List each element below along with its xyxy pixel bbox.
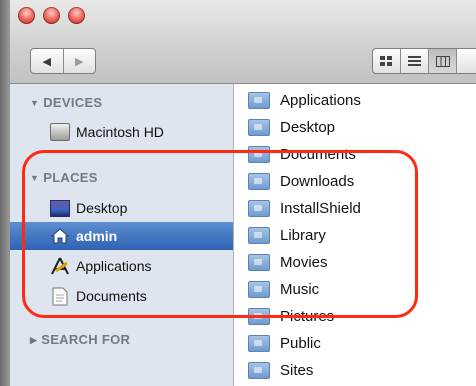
window-edge [0, 0, 10, 386]
file-item-installshield[interactable]: InstallShield [234, 195, 476, 222]
folder-icon [248, 92, 270, 109]
folder-icon [248, 362, 270, 379]
folder-icon [248, 119, 270, 136]
view-mode-buttons [372, 48, 476, 74]
file-item-library[interactable]: Library [234, 222, 476, 249]
icon-view-icon [380, 55, 392, 66]
sidebar: ▼ DEVICES Macintosh HD ▼ PLACES Desktop ad… [10, 84, 234, 386]
file-item-documents[interactable]: Documents [234, 141, 476, 168]
sidebar-item-desktop[interactable]: Desktop [10, 194, 233, 222]
file-item-music[interactable]: Music [234, 276, 476, 303]
forward-button[interactable]: ▶ [62, 49, 96, 73]
forward-arrow-icon: ▶ [75, 55, 84, 68]
list-view-icon [408, 55, 421, 66]
file-item-downloads[interactable]: Downloads [234, 168, 476, 195]
document-icon [50, 286, 70, 306]
icon-view-button[interactable] [373, 49, 401, 73]
finder-window: ◀ ▶ ▼ DEVICES Macintosh HD ▼ PLACES Desk… [0, 0, 476, 386]
home-icon [50, 226, 70, 246]
applications-icon [50, 256, 70, 276]
file-item-pictures[interactable]: Pictures [234, 303, 476, 330]
desktop-icon [50, 198, 70, 218]
sidebar-item-applications[interactable]: Applications [10, 252, 233, 280]
list-view-button[interactable] [401, 49, 429, 73]
column-view-button[interactable] [429, 49, 457, 73]
file-item-movies[interactable]: Movies [234, 249, 476, 276]
section-devices[interactable]: ▼ DEVICES [30, 95, 102, 110]
zoom-button[interactable] [68, 7, 85, 24]
file-list: Applications Desktop Documents Downloads… [234, 84, 476, 386]
back-button[interactable]: ◀ [31, 49, 63, 73]
section-places[interactable]: ▼ PLACES [30, 170, 98, 185]
toolbar: ◀ ▶ [10, 0, 476, 84]
column-view-icon [435, 55, 450, 67]
close-button[interactable] [18, 7, 35, 24]
nav-buttons: ◀ ▶ [30, 48, 96, 74]
minimize-button[interactable] [43, 7, 60, 24]
sidebar-item-macintosh-hd[interactable]: Macintosh HD [10, 118, 233, 146]
file-item-applications[interactable]: Applications [234, 87, 476, 114]
back-arrow-icon: ◀ [42, 55, 51, 68]
folder-icon [248, 173, 270, 190]
folder-icon [248, 146, 270, 163]
folder-icon [248, 200, 270, 217]
folder-icon [248, 281, 270, 298]
disclosure-down-icon: ▼ [30, 173, 40, 183]
folder-icon [248, 335, 270, 352]
sidebar-item-documents[interactable]: Documents [10, 282, 233, 310]
hard-drive-icon [50, 122, 70, 142]
folder-icon [248, 254, 270, 271]
sidebar-item-admin[interactable]: admin [10, 222, 233, 250]
file-item-public[interactable]: Public [234, 330, 476, 357]
disclosure-right-icon: ▶ [30, 335, 38, 345]
folder-icon [248, 227, 270, 244]
section-search-for[interactable]: ▶ SEARCH FOR [30, 332, 130, 347]
file-item-desktop[interactable]: Desktop [234, 114, 476, 141]
folder-icon [248, 308, 270, 325]
disclosure-down-icon: ▼ [30, 98, 40, 108]
file-item-sites[interactable]: Sites [234, 357, 476, 384]
